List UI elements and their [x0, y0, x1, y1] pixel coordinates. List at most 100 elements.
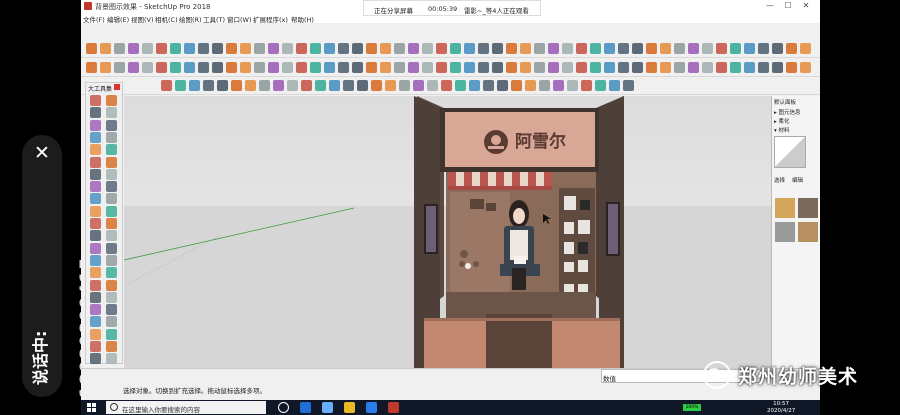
toolbar-tool-icon[interactable]: [469, 80, 480, 91]
toolbar-tool-icon[interactable]: [282, 43, 293, 54]
toolbar-tool-icon[interactable]: [380, 43, 391, 54]
toolbar-tool-icon[interactable]: [786, 62, 797, 73]
toolbar-tool-icon[interactable]: [142, 62, 153, 73]
toolbar-tool-icon[interactable]: [156, 62, 167, 73]
toolbar-tool-icon[interactable]: [156, 43, 167, 54]
toolbar-tool-icon[interactable]: [450, 43, 461, 54]
toolbar-tool-icon[interactable]: [758, 62, 769, 73]
toolbar-tool-icon[interactable]: [371, 80, 382, 91]
toolbar-tool-icon[interactable]: [674, 43, 685, 54]
toolbar-tool-icon[interactable]: [324, 43, 335, 54]
sketchup-taskbar-icon[interactable]: [388, 402, 399, 413]
maximize-button[interactable]: ☐: [781, 1, 795, 10]
toolbar-tool-icon[interactable]: [254, 62, 265, 73]
tool-palette-icon[interactable]: [90, 181, 101, 193]
toolbar-tool-icon[interactable]: [716, 43, 727, 54]
toolbar-tool-icon[interactable]: [604, 62, 615, 73]
tray-section-soften[interactable]: ▸ 柔化: [774, 117, 790, 125]
toolbar-tool-icon[interactable]: [217, 80, 228, 91]
toolbar-tool-icon[interactable]: [772, 62, 783, 73]
toolbar-tool-icon[interactable]: [646, 62, 657, 73]
toolbar-tool-icon[interactable]: [744, 62, 755, 73]
tray-tab-select[interactable]: 选择: [774, 176, 785, 184]
tool-palette-icon[interactable]: [106, 328, 117, 340]
tool-palette-icon[interactable]: [90, 218, 101, 229]
toolbar-tool-icon[interactable]: [413, 80, 424, 91]
toolbar-tool-icon[interactable]: [590, 62, 601, 73]
toolbar-tool-icon[interactable]: [422, 62, 433, 73]
toolbar-tool-icon[interactable]: [590, 43, 601, 54]
tool-palette-icon[interactable]: [106, 242, 117, 254]
toolbar-tool-icon[interactable]: [268, 43, 279, 54]
tool-palette-icon[interactable]: [90, 107, 101, 119]
tool-palette-icon[interactable]: [90, 242, 101, 254]
toolbar-tool-icon[interactable]: [226, 62, 237, 73]
toolbar-tool-icon[interactable]: [394, 62, 405, 73]
toolbar-tool-icon[interactable]: [329, 80, 340, 91]
toolbar-tool-icon[interactable]: [520, 62, 531, 73]
menu-camera[interactable]: 相机(C): [155, 14, 178, 24]
toolbar-tool-icon[interactable]: [716, 62, 727, 73]
toolbar-tool-icon[interactable]: [114, 43, 125, 54]
tool-palette-icon[interactable]: [106, 131, 117, 143]
toolbar-tool-icon[interactable]: [576, 43, 587, 54]
toolbar-tool-icon[interactable]: [254, 43, 265, 54]
toolbar-tool-icon[interactable]: [408, 43, 419, 54]
toolbar-tool-icon[interactable]: [758, 43, 769, 54]
toolbar-tool-icon[interactable]: [436, 43, 447, 54]
toolbar-tool-icon[interactable]: [450, 62, 461, 73]
tool-palette-icon[interactable]: [90, 291, 101, 303]
toolbar-tool-icon[interactable]: [618, 43, 629, 54]
toolbar-tool-icon[interactable]: [464, 43, 475, 54]
close-button[interactable]: ✕: [799, 1, 813, 10]
tool-palette-icon[interactable]: [106, 230, 117, 242]
toolbar-tool-icon[interactable]: [184, 43, 195, 54]
cortana-icon[interactable]: [278, 402, 289, 413]
toolbar-tool-icon[interactable]: [604, 43, 615, 54]
toolbar-tool-icon[interactable]: [128, 43, 139, 54]
toolbar-tool-icon[interactable]: [660, 43, 671, 54]
toolbar-tool-icon[interactable]: [520, 43, 531, 54]
toolbar-tool-icon[interactable]: [744, 43, 755, 54]
toolbar-tool-icon[interactable]: [702, 43, 713, 54]
tool-palette-icon[interactable]: [106, 304, 117, 316]
toolbar-tool-icon[interactable]: [464, 62, 475, 73]
toolbar-tool-icon[interactable]: [212, 62, 223, 73]
tool-palette-icon[interactable]: [90, 119, 101, 131]
toolbar-tool-icon[interactable]: [357, 80, 368, 91]
toolbar-tool-icon[interactable]: [184, 62, 195, 73]
tool-palette-icon[interactable]: [106, 144, 117, 156]
minimize-button[interactable]: —: [763, 1, 777, 10]
taskbar-search[interactable]: 在这里输入你要搜索的内容: [106, 401, 266, 414]
toolbar-tool-icon[interactable]: [352, 62, 363, 73]
toolbar-tool-icon[interactable]: [399, 80, 410, 91]
toolbar-tool-icon[interactable]: [497, 80, 508, 91]
toolbar-tool-icon[interactable]: [86, 43, 97, 54]
tool-palette-icon[interactable]: [106, 254, 117, 266]
toolbar-tool-icon[interactable]: [268, 62, 279, 73]
toolbar-tool-icon[interactable]: [576, 62, 587, 73]
toolbar-tool-icon[interactable]: [539, 80, 550, 91]
toolbar-tool-icon[interactable]: [366, 43, 377, 54]
app-icon-1[interactable]: [322, 402, 333, 413]
toolbar-tool-icon[interactable]: [618, 62, 629, 73]
tray-tab-edit[interactable]: 编辑: [792, 176, 803, 184]
toolbar-tool-icon[interactable]: [226, 43, 237, 54]
tool-palette-icon[interactable]: [90, 279, 101, 291]
toolbar-tool-icon[interactable]: [772, 43, 783, 54]
toolbar-tool-icon[interactable]: [161, 80, 172, 91]
toolbar-tool-icon[interactable]: [203, 80, 214, 91]
toolbar-tool-icon[interactable]: [240, 62, 251, 73]
material-swatch-wood[interactable]: [775, 198, 795, 218]
toolbar-tool-icon[interactable]: [273, 80, 284, 91]
toolbar-tool-icon[interactable]: [511, 80, 522, 91]
toolbar-tool-icon[interactable]: [338, 62, 349, 73]
tool-palette-icon[interactable]: [106, 267, 117, 279]
toolbar-tool-icon[interactable]: [394, 43, 405, 54]
toolbar-tool-icon[interactable]: [441, 80, 452, 91]
toolbar-tool-icon[interactable]: [385, 80, 396, 91]
toolbar-tool-icon[interactable]: [436, 62, 447, 73]
tool-palette-icon[interactable]: [106, 193, 117, 205]
menu-help[interactable]: 帮助(H): [291, 14, 314, 24]
toolbar-tool-icon[interactable]: [422, 43, 433, 54]
